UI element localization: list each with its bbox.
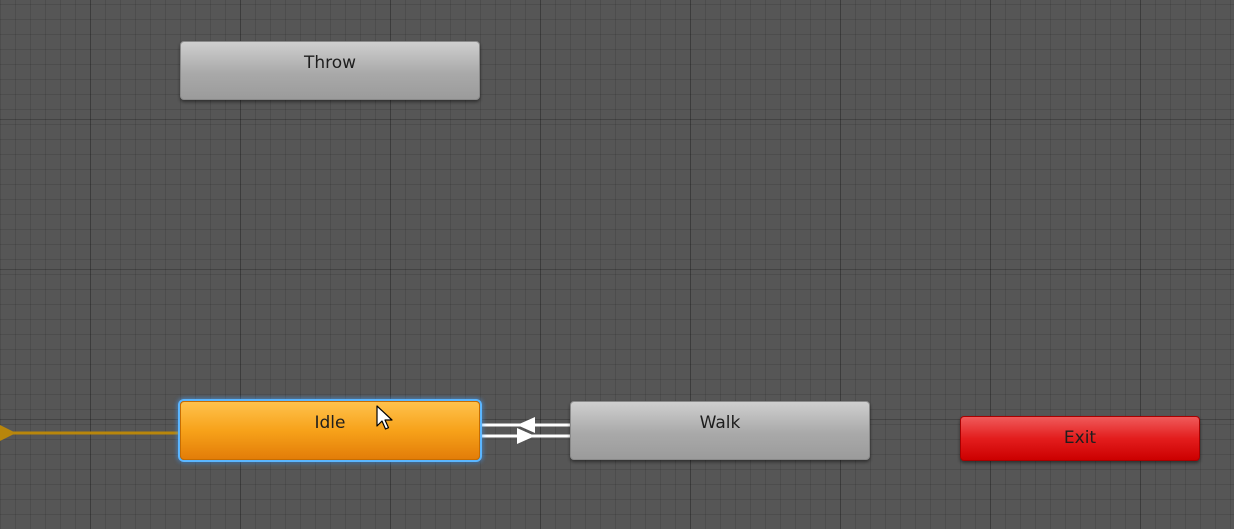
state-node-label: Idle — [314, 413, 346, 433]
state-node-label: Exit — [1063, 428, 1097, 448]
state-node-idle[interactable]: Idle — [180, 401, 480, 460]
transition-entry-to-idle[interactable] — [0, 425, 180, 441]
state-node-label: Throw — [303, 53, 357, 73]
state-node-throw[interactable]: Throw — [180, 41, 480, 100]
transition-walk-to-idle[interactable] — [482, 417, 570, 433]
state-node-walk[interactable]: Walk — [570, 401, 870, 460]
transition-idle-to-walk[interactable] — [482, 428, 570, 444]
mouse-pointer-icon — [376, 405, 393, 430]
state-node-label: Walk — [699, 413, 741, 433]
state-node-exit[interactable]: Exit — [960, 416, 1200, 461]
